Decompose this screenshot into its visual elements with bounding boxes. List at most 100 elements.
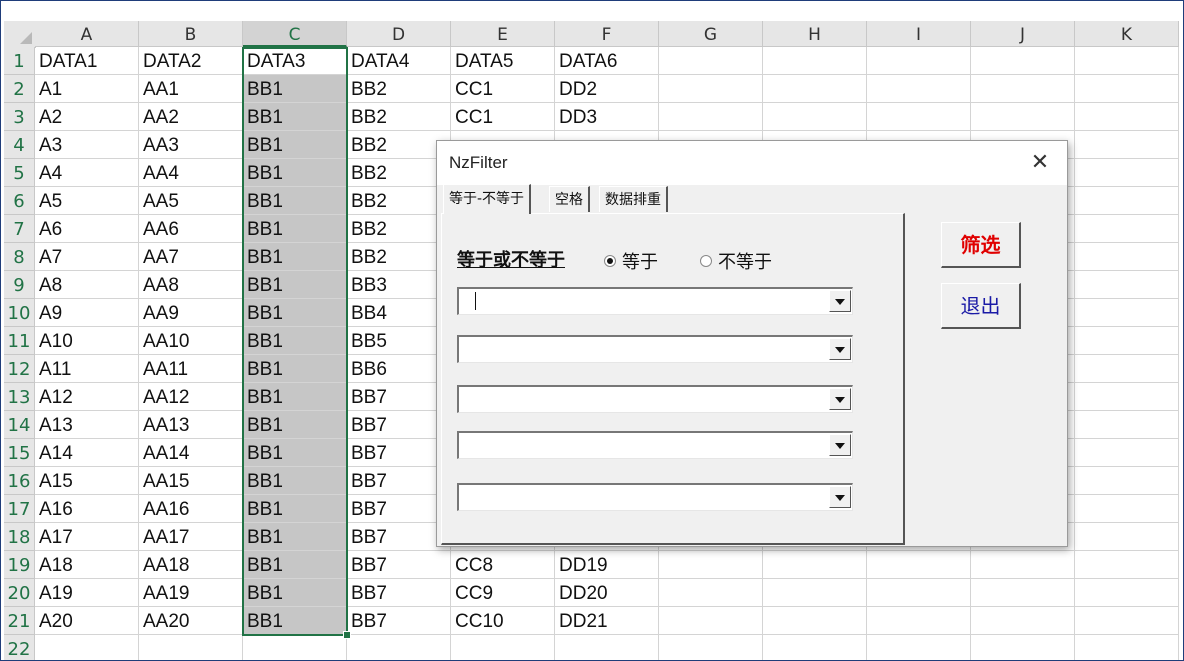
column-header-b[interactable]: B	[139, 21, 243, 47]
cell-h2[interactable]	[763, 75, 867, 103]
cell-j2[interactable]	[971, 75, 1075, 103]
row-header[interactable]: 2	[4, 75, 35, 103]
cell-c5[interactable]: BB1	[243, 159, 347, 187]
cell-a11[interactable]: A10	[35, 327, 139, 355]
row-header[interactable]: 12	[4, 355, 35, 383]
select-all-corner[interactable]	[4, 21, 36, 48]
cell-k9[interactable]	[1075, 271, 1179, 299]
cell-e2[interactable]: CC1	[451, 75, 555, 103]
cell-a18[interactable]: A17	[35, 523, 139, 551]
row-header[interactable]: 10	[4, 299, 35, 327]
cell-i22[interactable]	[867, 635, 971, 660]
cell-c3[interactable]: BB1	[243, 103, 347, 131]
cell-i2[interactable]	[867, 75, 971, 103]
row-header[interactable]: 5	[4, 159, 35, 187]
cell-j20[interactable]	[971, 579, 1075, 607]
cell-c18[interactable]: BB1	[243, 523, 347, 551]
cell-k11[interactable]	[1075, 327, 1179, 355]
cell-e19[interactable]: CC8	[451, 551, 555, 579]
cell-e1[interactable]: DATA5	[451, 47, 555, 75]
cell-k13[interactable]	[1075, 383, 1179, 411]
cell-k8[interactable]	[1075, 243, 1179, 271]
cell-a15[interactable]: A14	[35, 439, 139, 467]
cell-h3[interactable]	[763, 103, 867, 131]
cell-a3[interactable]: A2	[35, 103, 139, 131]
cell-a21[interactable]: A20	[35, 607, 139, 635]
row-header[interactable]: 8	[4, 243, 35, 271]
cell-f2[interactable]: DD2	[555, 75, 659, 103]
cell-b19[interactable]: AA18	[139, 551, 243, 579]
cell-a13[interactable]: A12	[35, 383, 139, 411]
cell-d22[interactable]	[347, 635, 451, 660]
cell-c6[interactable]: BB1	[243, 187, 347, 215]
cell-b22[interactable]	[139, 635, 243, 660]
cell-a6[interactable]: A5	[35, 187, 139, 215]
row-header[interactable]: 15	[4, 439, 35, 467]
cell-c7[interactable]: BB1	[243, 215, 347, 243]
column-header-d[interactable]: D	[347, 21, 451, 47]
cell-b4[interactable]: AA3	[139, 131, 243, 159]
column-header-j[interactable]: J	[971, 21, 1075, 47]
cell-a1[interactable]: DATA1	[35, 47, 139, 75]
row-header[interactable]: 9	[4, 271, 35, 299]
cell-c9[interactable]: BB1	[243, 271, 347, 299]
cell-a5[interactable]: A4	[35, 159, 139, 187]
cell-d2[interactable]: BB2	[347, 75, 451, 103]
row-header[interactable]: 22	[4, 635, 35, 660]
cell-c15[interactable]: BB1	[243, 439, 347, 467]
filter-combo-5[interactable]	[457, 483, 853, 511]
cell-i1[interactable]	[867, 47, 971, 75]
cell-k2[interactable]	[1075, 75, 1179, 103]
cell-b10[interactable]: AA9	[139, 299, 243, 327]
cell-k18[interactable]	[1075, 523, 1179, 551]
filter-combo-2[interactable]	[457, 335, 853, 363]
cell-f19[interactable]: DD19	[555, 551, 659, 579]
cell-f21[interactable]: DD21	[555, 607, 659, 635]
close-icon[interactable]: ✕	[1023, 149, 1057, 177]
cell-b7[interactable]: AA6	[139, 215, 243, 243]
cell-a16[interactable]: A15	[35, 467, 139, 495]
cell-j3[interactable]	[971, 103, 1075, 131]
dropdown-arrow-icon[interactable]	[829, 388, 851, 410]
cell-k4[interactable]	[1075, 131, 1179, 159]
row-header[interactable]: 18	[4, 523, 35, 551]
cell-k1[interactable]	[1075, 47, 1179, 75]
cell-d20[interactable]: BB7	[347, 579, 451, 607]
dropdown-arrow-icon[interactable]	[829, 434, 851, 456]
cell-g20[interactable]	[659, 579, 763, 607]
column-header-c[interactable]: C	[243, 21, 347, 47]
cell-b11[interactable]: AA10	[139, 327, 243, 355]
cell-b2[interactable]: AA1	[139, 75, 243, 103]
dropdown-arrow-icon[interactable]	[829, 486, 851, 508]
dropdown-arrow-icon[interactable]	[829, 338, 851, 360]
cell-b13[interactable]: AA12	[139, 383, 243, 411]
row-header[interactable]: 11	[4, 327, 35, 355]
cell-i21[interactable]	[867, 607, 971, 635]
cell-k10[interactable]	[1075, 299, 1179, 327]
row-header[interactable]: 13	[4, 383, 35, 411]
cell-h22[interactable]	[763, 635, 867, 660]
cell-g2[interactable]	[659, 75, 763, 103]
cell-c16[interactable]: BB1	[243, 467, 347, 495]
radio-not-equal[interactable]: 不等于	[700, 248, 772, 274]
cell-f20[interactable]: DD20	[555, 579, 659, 607]
row-header[interactable]: 7	[4, 215, 35, 243]
cell-b3[interactable]: AA2	[139, 103, 243, 131]
column-header-e[interactable]: E	[451, 21, 555, 47]
cell-b12[interactable]: AA11	[139, 355, 243, 383]
row-header[interactable]: 4	[4, 131, 35, 159]
cell-i19[interactable]	[867, 551, 971, 579]
cell-a4[interactable]: A3	[35, 131, 139, 159]
cell-a7[interactable]: A6	[35, 215, 139, 243]
cell-j21[interactable]	[971, 607, 1075, 635]
cell-b9[interactable]: AA8	[139, 271, 243, 299]
column-header-a[interactable]: A	[35, 21, 139, 47]
cell-b15[interactable]: AA14	[139, 439, 243, 467]
cell-b17[interactable]: AA16	[139, 495, 243, 523]
fill-handle[interactable]	[343, 631, 351, 639]
tab-dedupe[interactable]: 数据排重	[599, 186, 668, 212]
cell-f3[interactable]: DD3	[555, 103, 659, 131]
cell-d19[interactable]: BB7	[347, 551, 451, 579]
row-header[interactable]: 3	[4, 103, 35, 131]
cell-b6[interactable]: AA5	[139, 187, 243, 215]
